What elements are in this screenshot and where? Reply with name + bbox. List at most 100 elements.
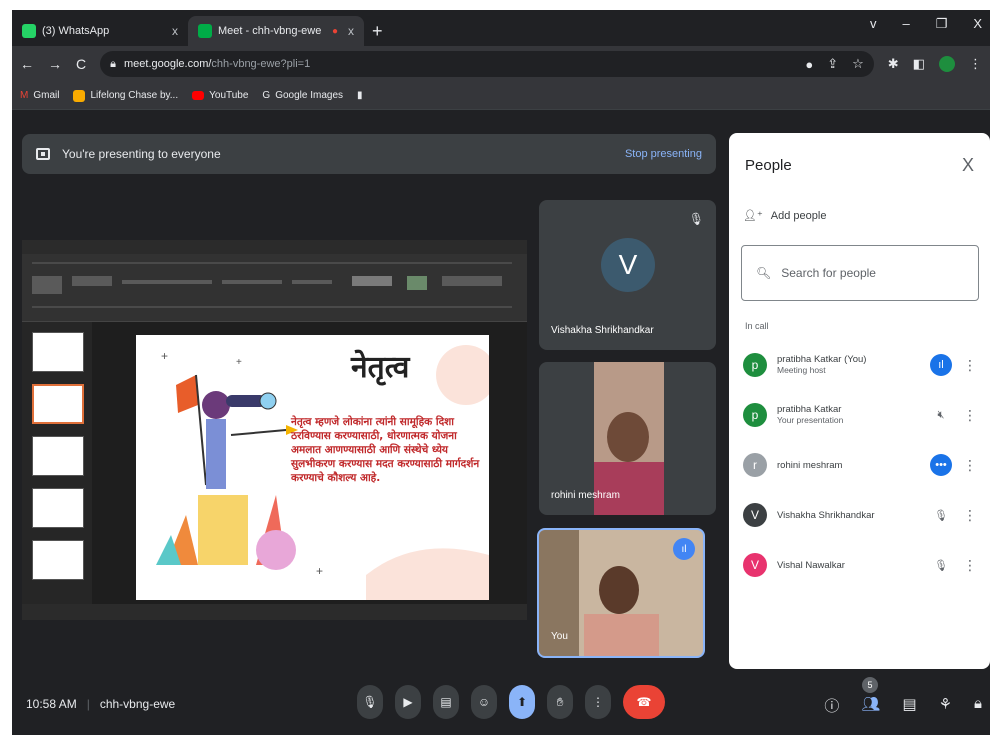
url-field[interactable]: 🔒︎ meet.google.com/chh-vbng-ewe?pli=1 ● … xyxy=(100,51,874,77)
bookmark-youtube[interactable]: YouTube xyxy=(192,90,248,101)
tab-label: (3) WhatsApp xyxy=(42,25,110,37)
participant-role: Your presentation xyxy=(777,415,844,425)
tab-search-button[interactable]: v xyxy=(870,16,877,32)
avatar: p xyxy=(743,353,767,377)
slide-thumb-selected[interactable] xyxy=(32,384,84,424)
presenting-banner: You're presenting to everyone Stop prese… xyxy=(22,134,716,174)
forward-icon[interactable]: → xyxy=(48,56,62,72)
host-controls-icon[interactable]: 🔒︎ xyxy=(974,695,982,716)
menu-icon[interactable]: ⋮ xyxy=(969,56,982,72)
participant-tile-vishakha[interactable]: V 🎙︎ Vishakha Shrikhandkar xyxy=(539,200,716,350)
svg-text:+: + xyxy=(236,357,242,368)
participant-row[interactable]: p pratibha Katkar (You) Meeting host ıl ⋮ xyxy=(743,345,978,385)
more-options-icon[interactable]: ⋮ xyxy=(962,507,978,524)
info-icon[interactable]: ⓘ xyxy=(824,695,839,716)
ppt-statusbar xyxy=(22,604,527,620)
bookmark-lifelong[interactable]: Lifelong Chase by... xyxy=(73,89,179,102)
people-icon[interactable]: 👥︎ xyxy=(861,695,880,716)
participant-row[interactable]: V Vishakha Shrikhandkar 🎙︎ ⋮ xyxy=(743,495,978,535)
extensions-icon[interactable]: ✱ xyxy=(888,56,899,72)
tab-close-icon[interactable]: x xyxy=(348,24,354,38)
tab-whatsapp[interactable]: (3) WhatsApp x xyxy=(12,16,188,46)
reload-icon[interactable]: C xyxy=(76,56,86,72)
share-icon[interactable]: ⇪ xyxy=(827,56,838,72)
participant-name: Vishakha Shrikhandkar xyxy=(777,509,875,521)
participant-row[interactable]: p pratibha Katkar Your presentation 🔇︎ ⋮ xyxy=(743,395,978,435)
more-options-icon[interactable]: ⋮ xyxy=(962,357,978,374)
close-panel-button[interactable]: X xyxy=(962,155,974,176)
bookmark-folder-icon[interactable]: ▮ xyxy=(357,90,363,101)
mic-button[interactable]: 🎙︎ xyxy=(357,685,383,719)
participant-name: Vishal Nawalkar xyxy=(777,559,845,571)
raise-hand-button[interactable]: ✋︎ xyxy=(547,685,573,719)
more-options-icon[interactable]: ⋮ xyxy=(962,557,978,574)
mic-off-icon: 🎙︎ xyxy=(688,212,704,226)
address-bar: ← → C 🔒︎ meet.google.com/chh-vbng-ewe?pl… xyxy=(12,46,990,82)
volume-muted-icon: 🔇︎ xyxy=(937,408,945,421)
close-window-button[interactable]: X xyxy=(973,16,982,32)
slide-thumb[interactable] xyxy=(32,436,84,476)
tab-label: Meet - chh-vbng-ewe xyxy=(218,25,322,37)
slide-thumb[interactable] xyxy=(32,332,84,372)
avatar: p xyxy=(743,403,767,427)
emoji-button[interactable]: ☺ xyxy=(471,685,497,719)
activities-icon[interactable]: ⚘ xyxy=(939,695,952,716)
svg-text:+: + xyxy=(161,349,168,363)
audio-activity-icon: ••• xyxy=(930,454,952,476)
gmail-icon: M xyxy=(20,90,29,101)
bookmark-google-images[interactable]: G Google Images xyxy=(262,90,343,101)
participant-row[interactable]: r rohini meshram ••• ⋮ xyxy=(743,445,978,485)
sidepanel-icon[interactable]: ◧ xyxy=(913,56,925,72)
participant-name: You xyxy=(551,631,568,642)
captions-button[interactable]: ▤ xyxy=(433,685,459,719)
browser-window: (3) WhatsApp x Meet - chh-vbng-ewe ● x +… xyxy=(12,10,990,735)
avatar: V xyxy=(601,238,655,292)
camera-icon[interactable]: ● xyxy=(805,57,813,72)
more-options-icon[interactable]: ⋮ xyxy=(962,457,978,474)
toolbar-actions: ✱ ◧ ⋮ xyxy=(888,56,982,72)
more-options-button[interactable]: ⋮ xyxy=(585,685,611,719)
side-controls: ⓘ 👥︎ ▤ ⚘ 🔒︎ xyxy=(824,695,982,716)
maximize-button[interactable]: ❐ xyxy=(936,16,948,32)
svg-text:+: + xyxy=(316,564,323,578)
bookmark-gmail[interactable]: M Gmail xyxy=(20,90,59,101)
recording-icon: ● xyxy=(331,25,338,37)
participant-row[interactable]: V Vishal Nawalkar 🎙︎ ⋮ xyxy=(743,545,978,585)
present-button[interactable]: ⬆ xyxy=(509,685,535,719)
present-icon xyxy=(36,148,50,160)
minimize-button[interactable]: – xyxy=(902,16,909,32)
profile-avatar[interactable] xyxy=(939,56,955,72)
bookmark-star-icon[interactable]: ☆ xyxy=(852,56,864,72)
slide-thumb[interactable] xyxy=(32,540,84,580)
add-person-icon: 👤︎⁺ xyxy=(743,210,763,222)
more-options-icon[interactable]: ⋮ xyxy=(962,407,978,424)
tab-meet[interactable]: Meet - chh-vbng-ewe ● x xyxy=(188,16,364,46)
meeting-info: 10:58 AM | chh-vbng-ewe xyxy=(26,697,175,711)
mic-off-icon: 🎙︎ xyxy=(934,559,948,572)
participant-tile-rohini[interactable]: rohini meshram xyxy=(539,362,716,515)
add-people-button[interactable]: 👤︎⁺ Add people xyxy=(743,209,826,223)
people-panel: People X 👤︎⁺ Add people 🔍︎ Search for pe… xyxy=(729,133,990,669)
mic-off-icon: 🎙︎ xyxy=(934,509,948,522)
url-path: chh-vbng-ewe?pli=1 xyxy=(211,58,311,70)
meeting-code: chh-vbng-ewe xyxy=(99,697,176,711)
avatar: V xyxy=(743,503,767,527)
participant-name: rohini meshram xyxy=(777,459,843,471)
speaking-icon: ıl xyxy=(673,538,695,560)
leave-call-button[interactable]: ☎︎ xyxy=(623,685,665,719)
tab-close-icon[interactable]: x xyxy=(172,24,178,38)
new-tab-button[interactable]: + xyxy=(372,16,383,46)
divider: | xyxy=(86,697,90,711)
stop-presenting-button[interactable]: Stop presenting xyxy=(625,148,702,160)
participant-tile-self[interactable]: ıl You xyxy=(537,528,705,658)
bookmark-label: Google Images xyxy=(275,90,344,101)
url-host: meet.google.com/ xyxy=(123,58,212,70)
bookmark-label: Lifelong Chase by... xyxy=(90,90,179,101)
camera-button[interactable]: ▶ xyxy=(395,685,421,719)
chat-icon[interactable]: ▤ xyxy=(902,695,916,716)
person-head xyxy=(599,566,639,614)
back-icon[interactable]: ← xyxy=(20,56,34,72)
bookmark-favicon xyxy=(73,89,86,102)
search-people-input[interactable]: 🔍︎ Search for people xyxy=(741,245,979,301)
slide-thumb[interactable] xyxy=(32,488,84,528)
